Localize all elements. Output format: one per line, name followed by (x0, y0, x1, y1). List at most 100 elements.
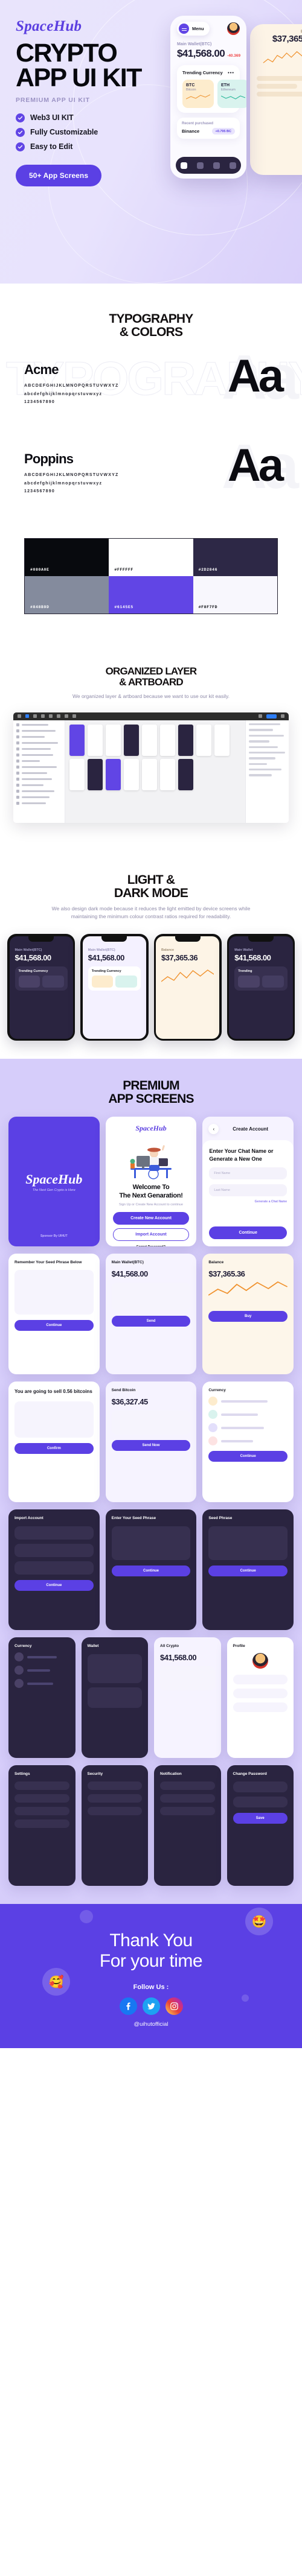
menu-label: Menu (192, 26, 204, 31)
list-item[interactable] (208, 1397, 288, 1406)
tab-home-icon[interactable] (181, 162, 187, 169)
continue-button[interactable]: Continue (209, 1226, 288, 1240)
screen-action-button[interactable]: Send Now (111, 1440, 191, 1451)
artboard-thumb[interactable] (160, 758, 175, 790)
list-item[interactable] (14, 1652, 69, 1662)
present-icon[interactable] (259, 714, 262, 719)
shape-tool-icon[interactable] (41, 714, 45, 719)
artboard-thumb[interactable] (178, 758, 193, 790)
premium-heading-line1: PREMIUM (123, 1079, 179, 1093)
list-item[interactable] (208, 1423, 288, 1433)
pen-tool-icon[interactable] (49, 714, 53, 719)
more-icon[interactable]: ••• (228, 70, 234, 75)
hero-title-line2: APP UI KIT (16, 63, 142, 93)
layer-item[interactable] (16, 723, 62, 726)
tab-chart-icon[interactable] (197, 162, 204, 169)
artboard-thumb[interactable] (214, 724, 230, 756)
screen-action-button[interactable]: Continue (208, 1451, 288, 1462)
back-icon[interactable]: ‹ (208, 1124, 219, 1135)
screen-enter-seed: Enter Your Seed Phrase Continue (105, 1509, 197, 1631)
artboard-thumb[interactable] (88, 724, 103, 756)
artboard-thumb[interactable] (142, 758, 157, 790)
tab-wallet-icon[interactable] (213, 162, 220, 169)
screen-action-button[interactable]: Continue (14, 1580, 94, 1591)
bottom-tabbar[interactable] (176, 157, 241, 174)
zoom-icon[interactable] (281, 714, 284, 719)
screen-action-button[interactable]: Continue (14, 1320, 94, 1331)
layer-item[interactable] (16, 741, 62, 744)
list-item[interactable] (14, 1679, 69, 1689)
share-button[interactable] (266, 714, 277, 719)
figma-properties-panel[interactable] (245, 720, 289, 823)
app-screens-button[interactable]: 50+ App Screens (16, 164, 102, 186)
artboard-thumb[interactable] (160, 724, 175, 756)
artboard-thumb[interactable] (196, 724, 211, 756)
artboard-thumb[interactable] (106, 758, 121, 790)
screen-action-button[interactable]: Save (233, 1813, 288, 1824)
facebook-icon[interactable] (119, 1997, 137, 2015)
layer-item[interactable] (16, 753, 62, 757)
artboard-thumb[interactable] (88, 758, 103, 790)
figma-canvas[interactable] (65, 720, 245, 823)
list-item[interactable] (208, 1410, 288, 1420)
emoji-avatar: 🥰 (42, 1968, 70, 1996)
color-palette: #080A0E #FFFFFF #2D2846 #848B9D #6145E5 … (24, 538, 278, 615)
coin-card-eth[interactable]: ETH Ethereum (217, 80, 246, 108)
component-icon[interactable] (65, 714, 68, 719)
lightdark-heading-line1: LIGHT & (127, 872, 175, 887)
layer-item[interactable] (16, 801, 62, 805)
list-item[interactable] (208, 1436, 288, 1446)
artboard-thumb[interactable] (142, 724, 157, 756)
comment-icon[interactable] (72, 714, 76, 719)
menu-button[interactable]: Menu (177, 22, 210, 36)
layer-item[interactable] (16, 735, 62, 738)
layer-item[interactable] (16, 777, 62, 781)
avatar[interactable] (227, 22, 240, 35)
layer-item[interactable] (16, 729, 62, 732)
list-item[interactable] (14, 1666, 69, 1675)
instagram-icon[interactable] (165, 1997, 183, 2015)
menu-icon[interactable] (18, 714, 21, 719)
welcome-subtitle: Sign Up or Create New Account to continu… (118, 1202, 184, 1207)
layer-item[interactable] (16, 747, 62, 750)
last-name-input[interactable]: Last Name (209, 1184, 288, 1196)
artboard-thumb[interactable] (178, 724, 193, 756)
text-tool-icon[interactable] (57, 714, 60, 719)
artboard-thumb[interactable] (106, 724, 121, 756)
move-tool-icon[interactable] (25, 714, 29, 719)
tab-profile-icon[interactable] (230, 162, 236, 169)
artboard-thumb[interactable] (69, 724, 85, 756)
recent-purchase-card: Recent purchased Binance +0.795 BC (177, 118, 240, 139)
figma-layers-panel[interactable] (13, 720, 65, 823)
screen-action-button[interactable]: Continue (111, 1566, 191, 1577)
artboard-thumb[interactable] (124, 758, 139, 790)
artboard-thumb[interactable] (124, 724, 139, 756)
create-account-button[interactable]: Create New Account (112, 1211, 190, 1225)
screen-title: Notification (160, 1772, 182, 1777)
layer-item[interactable] (16, 771, 62, 775)
color-hex: #2D2846 (198, 568, 218, 573)
first-name-input[interactable]: First Name (209, 1167, 288, 1179)
screen-action-button[interactable]: Continue (208, 1566, 288, 1577)
layer-item[interactable] (16, 783, 62, 787)
premium-heading: PREMIUM APP SCREENS (0, 1079, 302, 1106)
layer-item[interactable] (16, 759, 62, 763)
coin-card-btc[interactable]: BTC Bitcoin (182, 80, 214, 108)
layer-item[interactable] (16, 765, 62, 769)
layer-item[interactable] (16, 795, 62, 799)
twitter-icon[interactable] (142, 1997, 160, 2015)
screen-action-button[interactable]: Buy (208, 1311, 288, 1322)
artboard-thumb[interactable] (69, 758, 85, 790)
organized-layer-section: ORGANIZED LAYER & ARTBOARD We organized … (0, 635, 302, 843)
screen-action-button[interactable]: Send (111, 1316, 191, 1327)
palette-row-1: #080A0E #FFFFFF #2D2846 (25, 539, 277, 577)
import-account-button[interactable]: Import Account (112, 1228, 190, 1241)
screen-action-button[interactable]: Confirm (14, 1442, 94, 1454)
premium-screens-section: PREMIUM APP SCREENS SpaceHub The Next Ge… (0, 1059, 302, 1905)
phone-mockup-balance: Balance $37,365.36 (250, 24, 302, 175)
layer-item[interactable] (16, 789, 62, 793)
frame-tool-icon[interactable] (33, 714, 37, 719)
palette-row-2: #848B9D #6145E5 #F8F7FD (25, 576, 277, 614)
recent-purchase-value: +0.795 BC (211, 128, 235, 135)
screen-title: Send Bitcoin (111, 1388, 136, 1393)
